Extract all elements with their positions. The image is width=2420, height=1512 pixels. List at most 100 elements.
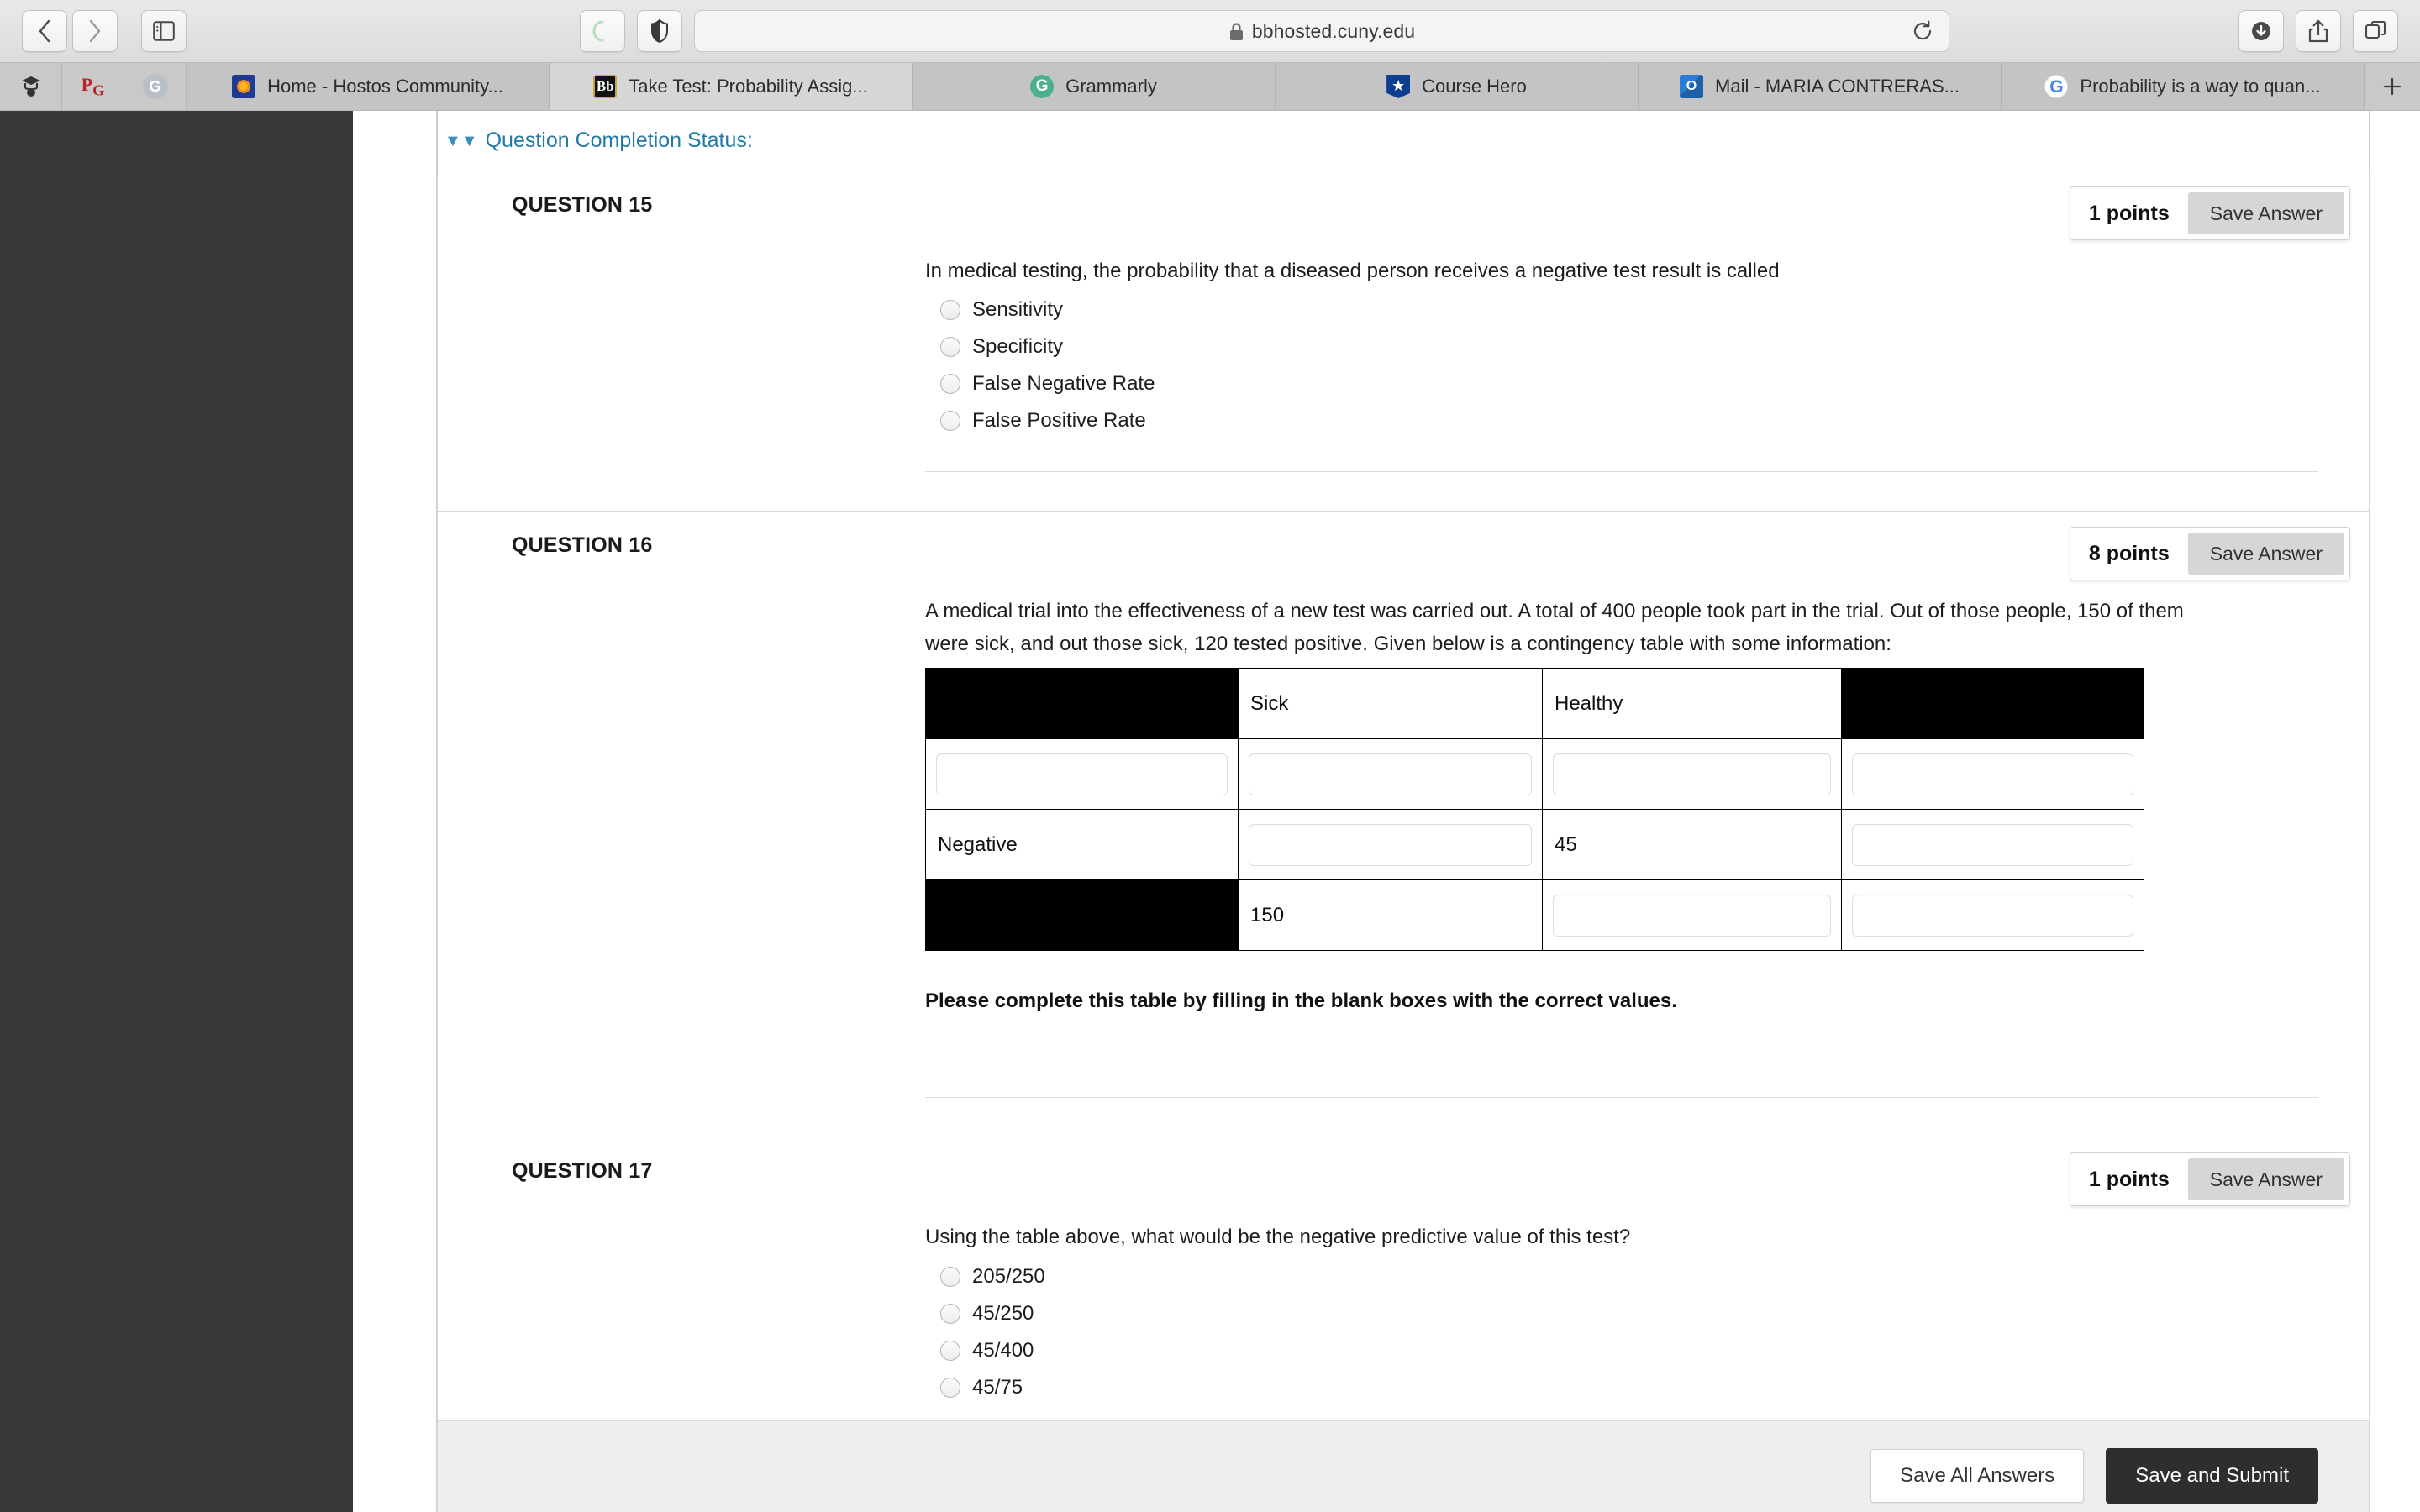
question-17-save-answer-button[interactable]: Save Answer [2187, 1158, 2344, 1201]
question-17-choice-2[interactable]: 45/250 [940, 1302, 2318, 1326]
back-button[interactable] [22, 10, 67, 52]
question-completion-status-link[interactable]: ▼▼ Question Completion Status: [445, 129, 753, 153]
radio-button[interactable] [940, 1340, 960, 1361]
sidebar-toggle-button[interactable] [141, 10, 187, 52]
chevron-left-icon [39, 19, 50, 43]
radio-button[interactable] [940, 1266, 960, 1287]
question-16-points-box: 8 points Save Answer [2069, 527, 2350, 581]
blackboard-favicon: Bb [593, 75, 618, 98]
question-15-body: In medical testing, the probability that… [438, 258, 2369, 471]
tab-title: Probability is a way to quan... [2080, 76, 2321, 97]
tab-google-search[interactable]: G Probability is a way to quan... [2002, 63, 2365, 110]
question-15-choice-4[interactable]: False Positive Rate [940, 409, 2318, 433]
question-17-choice-3[interactable]: 45/400 [940, 1339, 2318, 1362]
radio-button[interactable] [940, 300, 960, 321]
question-16-save-answer-button[interactable]: Save Answer [2187, 533, 2344, 575]
choice-label: 45/75 [972, 1375, 1023, 1399]
question-17-choice-4[interactable]: 45/75 [940, 1376, 2318, 1399]
google-favicon: G [2044, 75, 2069, 98]
download-icon [2252, 22, 2270, 40]
table-cell-sick-header: Sick [1238, 668, 1543, 740]
graduation-cap-icon [21, 76, 40, 97]
question-15-title: QUESTION 15 [512, 193, 653, 217]
radio-button[interactable] [940, 1303, 960, 1324]
shield-icon [651, 18, 668, 44]
question-15-choice-2[interactable]: Specificity [940, 335, 2318, 359]
question-completion-status-bar: ▼▼ Question Completion Status: [437, 111, 2370, 171]
share-button[interactable] [2296, 10, 2341, 52]
table-cell-r2c3 [1841, 809, 2144, 881]
table-cell-r3c3 [1841, 879, 2144, 952]
question-16-prompt-line1: A medical trial into the effectiveness o… [925, 600, 2184, 623]
radio-button[interactable] [940, 374, 960, 395]
radio-button[interactable] [940, 411, 960, 432]
tab-grammarly[interactable]: G Grammarly [913, 63, 1276, 110]
question-15-choice-1[interactable]: Sensitivity [940, 298, 2318, 322]
radio-button[interactable] [940, 337, 960, 358]
save-and-submit-button[interactable]: Save and Submit [2106, 1447, 2318, 1504]
save-all-answers-button[interactable]: Save All Answers [1870, 1448, 2085, 1503]
table-input-r3c2[interactable] [1553, 894, 1831, 937]
question-17-prompt: Using the table above, what would be the… [925, 1226, 1631, 1249]
downloads-button[interactable] [2238, 10, 2284, 52]
tab-course-hero[interactable]: ★ Course Hero [1276, 63, 1639, 110]
table-cell-r1c2 [1542, 738, 1842, 811]
content-left-gutter [353, 111, 437, 1512]
g-badge-icon: G [142, 74, 168, 99]
choice-label: Sensitivity [972, 298, 1064, 322]
dark-left-rail [0, 111, 353, 1512]
table-input-r1c0[interactable] [936, 753, 1228, 795]
page-area: ▼▼ Question Completion Status: QUESTION … [0, 111, 2420, 1512]
question-15-choice-3[interactable]: False Negative Rate [940, 372, 2318, 396]
table-input-r2c3[interactable] [1852, 823, 2133, 866]
tab-mail[interactable]: O Mail - MARIA CONTRERAS... [1639, 63, 2002, 110]
question-block-16: QUESTION 16 8 points Save Answer A medic… [437, 512, 2370, 1138]
chevron-right-icon [89, 19, 101, 43]
table-input-r2c1[interactable] [1249, 823, 1532, 866]
reader-mode-button[interactable] [580, 10, 625, 52]
tab-take-test[interactable]: Bb Take Test: Probability Assig... [550, 63, 913, 110]
grammarly-favicon: G [1030, 75, 1055, 98]
completion-status-text: Question Completion Status: [485, 129, 753, 152]
coursehero-favicon: ★ [1386, 75, 1411, 98]
question-15-points: 1 points [2088, 201, 2170, 225]
table-input-r1c1[interactable] [1249, 753, 1532, 795]
reload-button[interactable] [1908, 17, 1937, 45]
question-16-spacer [438, 1098, 2369, 1137]
tab-overview-button[interactable] [2353, 10, 2398, 52]
question-block-17: QUESTION 17 1 points Save Answer Using t… [437, 1137, 2370, 1420]
tab-hostos[interactable]: Home - Hostos Community... [187, 63, 550, 110]
question-15-spacer [438, 472, 2369, 511]
table-input-r3c3[interactable] [1852, 894, 2133, 937]
address-bar[interactable]: bbhosted.cuny.edu [694, 10, 1949, 52]
lock-icon [1229, 22, 1243, 40]
address-bar-group: bbhosted.cuny.edu [580, 10, 1949, 52]
tab-title: Course Hero [1422, 76, 1527, 97]
choice-label: 45/250 [972, 1301, 1034, 1325]
extension-pg[interactable]: PG [62, 63, 124, 110]
extension-g[interactable]: G [124, 63, 187, 110]
browser-toolbar: bbhosted.cuny.edu [0, 0, 2420, 62]
address-bar-content: bbhosted.cuny.edu [1228, 20, 1415, 43]
question-15-points-box: 1 points Save Answer [2069, 186, 2350, 240]
pg-icon: PG [81, 73, 105, 99]
question-15-save-answer-button[interactable]: Save Answer [2187, 192, 2344, 234]
table-row: Sick Healthy [925, 668, 2144, 740]
choice-label: 205/250 [972, 1264, 1045, 1288]
table-input-r1c3[interactable] [1852, 753, 2133, 795]
test-action-bar: Save All Answers Save and Submit [437, 1420, 2370, 1512]
tab-title: Home - Hostos Community... [267, 76, 503, 97]
question-17-choice-1[interactable]: 205/250 [940, 1265, 2318, 1289]
sidebar-icon [153, 21, 175, 41]
forward-button[interactable] [72, 10, 118, 52]
question-15-choices: Sensitivity Specificity False Negative R… [925, 298, 2318, 433]
tab-title: Grammarly [1065, 76, 1157, 97]
privacy-report-button[interactable] [637, 10, 682, 52]
tab-overview-icon [2365, 20, 2386, 39]
table-input-r1c2[interactable] [1553, 753, 1831, 795]
radio-button[interactable] [940, 1377, 960, 1398]
question-block-15: QUESTION 15 1 points Save Answer In medi… [437, 171, 2370, 512]
new-tab-button[interactable] [2365, 63, 2420, 110]
question-16-title: QUESTION 16 [512, 533, 653, 558]
extension-graduation[interactable] [0, 63, 62, 110]
